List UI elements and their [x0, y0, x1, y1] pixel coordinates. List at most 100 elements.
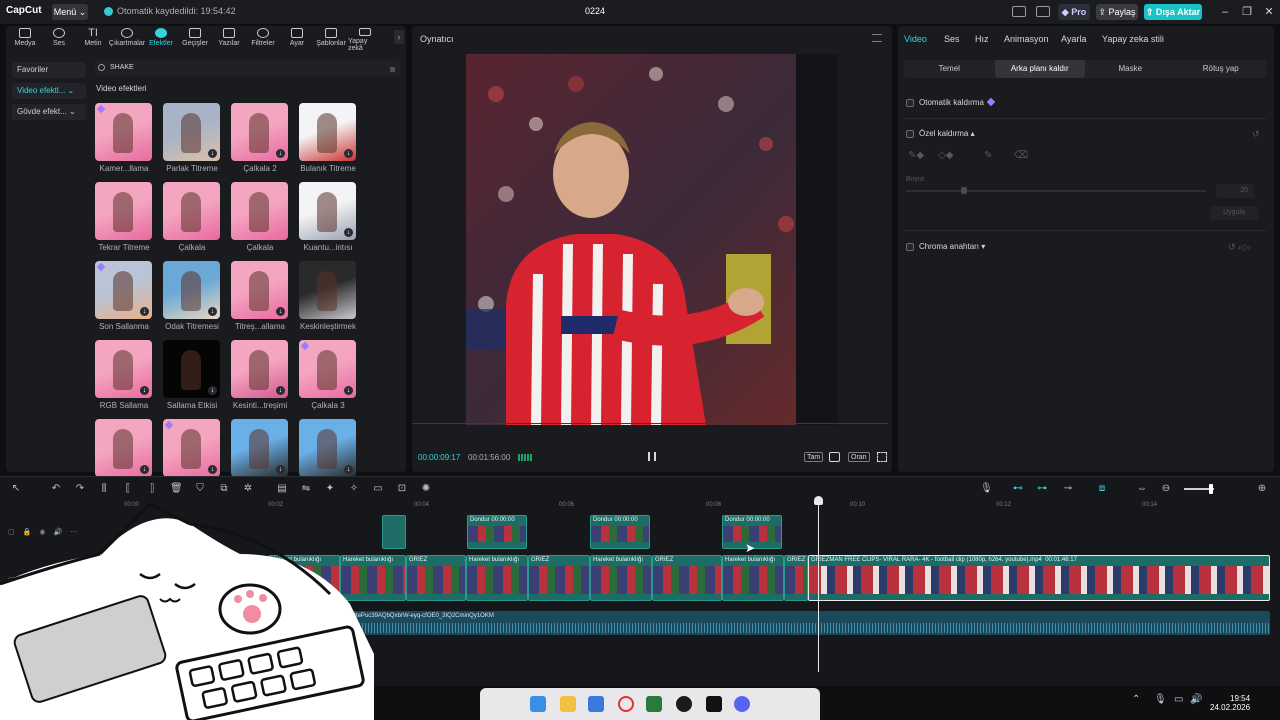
tab-filters[interactable]: Filtreler — [246, 28, 280, 52]
effect-thumbnail[interactable]: ↓ — [163, 261, 220, 319]
download-icon[interactable]: ↓ — [208, 465, 217, 474]
opera-icon[interactable] — [618, 696, 634, 712]
tab-animation[interactable]: Animasyon — [1004, 34, 1049, 44]
tab-audio[interactable]: Ses — [42, 28, 76, 52]
tray-volume-icon[interactable]: 🔊 — [1190, 694, 1202, 705]
video-clip[interactable]: Hareket bulanıklığı — [722, 555, 784, 601]
effect-thumbnail[interactable] — [231, 182, 288, 240]
video-clip[interactable]: Hareket bulanıklığı — [466, 555, 528, 601]
tab-captions[interactable]: Yazılar — [212, 28, 246, 52]
fullscreen-icon[interactable] — [877, 452, 887, 462]
pause-button[interactable] — [648, 452, 656, 461]
ratio-button[interactable]: Oran — [848, 452, 870, 462]
video-clip[interactable]: GRIEZ — [784, 555, 808, 601]
minimize-icon[interactable]: – — [1218, 5, 1232, 19]
subtitle-icon[interactable]: ▤ — [276, 483, 288, 495]
search-input[interactable]: SHAKE ⊗ — [94, 60, 400, 76]
restore-icon[interactable]: ❐ — [1240, 5, 1254, 19]
select-tool-icon[interactable]: ↖ — [10, 483, 22, 495]
ai-tool-icon[interactable]: ✦ — [324, 483, 336, 495]
mirror-icon[interactable]: ⇋ — [300, 483, 312, 495]
tab-effects[interactable]: Efektler — [144, 28, 178, 52]
video-clip[interactable]: GRIEZ — [406, 555, 466, 601]
download-icon[interactable]: ↓ — [344, 228, 353, 237]
effect-thumbnail[interactable]: ↓ — [231, 261, 288, 319]
effect-thumbnail[interactable]: ↓ — [163, 103, 220, 161]
snapshot-icon[interactable] — [829, 452, 840, 462]
zoom-out-icon[interactable]: ⊖ — [1160, 483, 1172, 495]
fit-icon[interactable]: ⇔ — [1136, 483, 1148, 495]
shortcuts-icon[interactable] — [1036, 6, 1050, 17]
download-icon[interactable]: ↓ — [208, 307, 217, 316]
pro-button[interactable]: ◆ Pro — [1058, 4, 1090, 20]
smart-brush-icon[interactable]: ✎◆ — [908, 150, 924, 161]
start-icon[interactable] — [530, 696, 546, 712]
tab-stickers[interactable]: Çıkartmalar — [109, 28, 145, 52]
mic-icon[interactable]: 🎙 — [980, 483, 993, 495]
taskbar-clock[interactable]: 19:54 24.02.2026 — [1210, 694, 1250, 712]
tab-ai[interactable]: Yapay zekâ — [348, 28, 382, 52]
clear-search-icon[interactable]: ⊗ — [389, 62, 396, 78]
effect-thumbnail[interactable]: ↓ — [95, 340, 152, 398]
effect-thumbnail[interactable]: ↓ — [299, 182, 356, 240]
magic-icon[interactable]: ✧ — [348, 483, 360, 495]
delete-right-icon[interactable]: ⟧ — [146, 483, 158, 495]
effect-thumbnail[interactable]: ↓ — [163, 340, 220, 398]
delete-icon[interactable]: 🗑 — [170, 483, 183, 495]
redo-icon[interactable]: ↷ — [74, 483, 86, 495]
capcut-icon[interactable] — [706, 696, 722, 712]
subtab-basic[interactable]: Temel — [904, 60, 995, 78]
effect-thumbnail[interactable]: ↓ — [299, 103, 356, 161]
effect-thumbnail[interactable]: ↓ — [299, 340, 356, 398]
auto-snap-icon[interactable]: ⊶ — [1036, 483, 1048, 495]
tray-network-icon[interactable]: ▭ — [1174, 694, 1183, 705]
export-button[interactable]: ⇧ Dışa Aktar — [1144, 4, 1202, 20]
tab-text[interactable]: TI Metin — [76, 28, 110, 52]
download-icon[interactable]: ↓ — [344, 149, 353, 158]
tab-adjust[interactable]: Ayar — [280, 28, 314, 52]
effect-thumbnail[interactable]: ↓ — [231, 419, 288, 477]
discord-icon[interactable] — [734, 696, 750, 712]
tray-mic-icon[interactable]: 🎙 — [1154, 694, 1167, 705]
crop-icon[interactable]: ⧉ — [218, 483, 230, 495]
tab-speed[interactable]: Hız — [975, 34, 989, 44]
full-quality-button[interactable]: Tam — [804, 452, 824, 462]
category-video-effects[interactable]: Video efektl... ⌄ — [12, 83, 86, 99]
custom-remove-checkbox[interactable] — [906, 130, 914, 138]
effect-thumbnail[interactable]: ↓ — [95, 419, 152, 477]
tab-video[interactable]: Video — [904, 34, 927, 44]
tab-ai-style[interactable]: Yapay zeka stili — [1102, 34, 1164, 44]
delete-left-icon[interactable]: ⟦ — [122, 483, 134, 495]
zoom-in-icon[interactable]: ⊕ — [1256, 483, 1268, 495]
split-icon[interactable]: ⫼ — [98, 483, 110, 495]
share-button[interactable]: ⇪ Paylaş — [1096, 4, 1138, 20]
effect-thumbnail[interactable]: ↓ — [163, 419, 220, 477]
menu-button[interactable]: Menü ⌄ — [52, 4, 88, 20]
app-icon[interactable] — [676, 696, 692, 712]
store-icon[interactable] — [588, 696, 604, 712]
effect-thumbnail[interactable] — [299, 261, 356, 319]
playhead[interactable] — [818, 497, 819, 672]
main-video-clip[interactable]: GRIEZMAN FREE CLIPS- VIRAL RARA- 4K - fo… — [808, 555, 1270, 601]
download-icon[interactable]: ↓ — [276, 465, 285, 474]
download-icon[interactable]: ↓ — [140, 386, 149, 395]
download-icon[interactable]: ↓ — [208, 149, 217, 158]
tray-chevron-icon[interactable]: ⌃ — [1132, 694, 1140, 705]
download-icon[interactable]: ↓ — [276, 386, 285, 395]
tabs-scroll-right[interactable]: › — [394, 30, 404, 44]
tab-adjust[interactable]: Ayarla — [1061, 34, 1086, 44]
video-clip[interactable]: Hareket bulanıklığı — [590, 555, 652, 601]
audio-clip[interactable]: E8WuTT7424PWn7OtePuc39AQbQxbrW-eyq-cfOE0… — [296, 611, 1270, 635]
eraser-icon[interactable]: ⌫ — [1014, 150, 1028, 161]
tab-sound[interactable]: Ses — [944, 34, 960, 44]
video-clip[interactable]: GRIEZ — [528, 555, 590, 601]
chroma-checkbox[interactable] — [906, 243, 914, 251]
category-favorites[interactable]: Favoriler — [12, 62, 86, 78]
preview-axis-icon[interactable]: ⧈ — [1096, 483, 1108, 495]
subtab-retouch[interactable]: Rötuş yap — [1176, 60, 1267, 78]
layout-icon[interactable] — [1012, 6, 1026, 17]
effect-thumbnail[interactable] — [95, 103, 152, 161]
freeze-clip[interactable]: Dondur 00:00:00 — [467, 515, 527, 549]
download-icon[interactable]: ↓ — [276, 149, 285, 158]
tab-media[interactable]: Medya — [8, 28, 42, 52]
